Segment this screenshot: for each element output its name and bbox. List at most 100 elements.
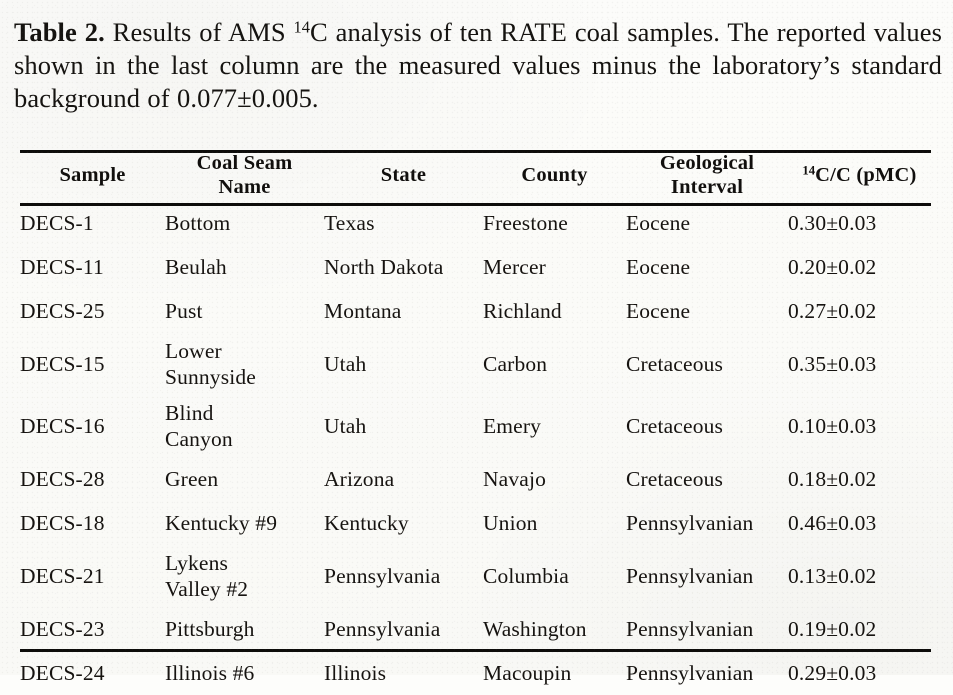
cell-state-text: Pennsylvania	[324, 617, 441, 641]
cell-sample-text: DECS-16	[20, 414, 105, 438]
column-header-state: State	[324, 148, 483, 201]
cell-geological-interval: Pennsylvanian	[626, 501, 788, 545]
cell-coal-seam-name: Lower Sunnyside	[165, 333, 324, 395]
cell-sample-text: DECS-21	[20, 564, 105, 588]
cell-seam-line1: Kentucky #9	[165, 511, 278, 535]
table-row: DECS-11 Beulah North Dakota Mercer Eocene 0.2…	[20, 245, 931, 289]
column-header-sample-line1: Sample	[59, 163, 126, 186]
table-row: DECS-16 Blind Canyon Utah Emery Cretaceous 0.1…	[20, 395, 931, 457]
cell-seam-lines: Lower Sunnyside	[165, 338, 324, 390]
cell-seam-lines: Bottom	[165, 210, 324, 236]
cell-state: North Dakota	[324, 245, 483, 289]
table-row: DECS-1 Bottom Texas Freestone Eocene 0.30±0.0…	[20, 201, 931, 245]
cell-c14-ratio-pmc: 0.13±0.02	[788, 545, 931, 607]
cell-geological-interval: Cretaceous	[626, 333, 788, 395]
cell-state-text: Arizona	[324, 467, 395, 491]
cell-county: Carbon	[483, 333, 626, 395]
cell-state: Texas	[324, 201, 483, 245]
cell-coal-seam-name: Bottom	[165, 201, 324, 245]
cell-c14-ratio-pmc: 0.29±0.03	[788, 651, 931, 695]
cell-seam-lines: Illinois #6	[165, 660, 324, 686]
cell-sample: DECS-16	[20, 395, 165, 457]
cell-coal-seam-name: Pittsburgh	[165, 607, 324, 651]
column-header-geo-line2: Interval	[670, 175, 744, 198]
cell-county-text: Columbia	[483, 564, 570, 588]
caption-number: 2.	[84, 17, 105, 47]
cell-county: Freestone	[483, 201, 626, 245]
cell-state-text: Texas	[324, 211, 375, 235]
cell-seam-line1: Illinois #6	[165, 661, 255, 685]
caption-label: Table	[14, 17, 77, 47]
cell-seam-line2: Sunnyside	[165, 365, 256, 389]
cell-sample: DECS-1	[20, 201, 165, 245]
cell-county: Macoupin	[483, 651, 626, 695]
cell-geological-interval-text: Eocene	[626, 299, 691, 323]
cell-sample-text: DECS-28	[20, 467, 105, 491]
cell-geological-interval-text: Cretaceous	[626, 467, 724, 491]
cell-coal-seam-name: Lykens Valley #2	[165, 545, 324, 607]
cell-state: Utah	[324, 395, 483, 457]
column-header-c14-ratio-pmc: 14C/C (pMC)	[788, 148, 931, 201]
cell-geological-interval: Eocene	[626, 245, 788, 289]
cell-c14-ratio-pmc-text: 0.30±0.03	[788, 211, 877, 235]
cell-county: Emery	[483, 395, 626, 457]
cell-c14-ratio-pmc: 0.35±0.03	[788, 333, 931, 395]
cell-coal-seam-name: Green	[165, 457, 324, 501]
cell-state: Arizona	[324, 457, 483, 501]
column-header-county: County	[483, 148, 626, 201]
cell-county: Columbia	[483, 545, 626, 607]
caption-text-part1: Results of AMS	[104, 17, 294, 47]
table-row: DECS-18 Kentucky #9 Kentucky Union Pennsylva…	[20, 501, 931, 545]
table-row: DECS-28 Green Arizona Navajo Cretaceous 0.18±…	[20, 457, 931, 501]
column-header-geological-interval: Geological Interval	[626, 148, 788, 201]
cell-c14-ratio-pmc-text: 0.19±0.02	[788, 617, 877, 641]
cell-geological-interval: Cretaceous	[626, 395, 788, 457]
cell-seam-line1: Blind	[165, 401, 214, 425]
column-header-county-line1: County	[521, 163, 588, 186]
table-head: Sample Coal Seam Name State County Geolo…	[20, 148, 931, 201]
cell-geological-interval-text: Eocene	[626, 211, 691, 235]
cell-geological-interval: Eocene	[626, 289, 788, 333]
cell-state: Montana	[324, 289, 483, 333]
cell-county-text: Navajo	[483, 467, 546, 491]
cell-coal-seam-name: Illinois #6	[165, 651, 324, 695]
cell-c14-ratio-pmc: 0.10±0.03	[788, 395, 931, 457]
cell-seam-lines: Kentucky #9	[165, 510, 324, 536]
cell-seam-line1: Pust	[165, 299, 203, 323]
cell-state-text: Kentucky	[324, 511, 409, 535]
cell-geological-interval-text: Pennsylvanian	[626, 511, 754, 535]
cell-geological-interval-text: Pennsylvanian	[626, 661, 754, 685]
cell-sample: DECS-25	[20, 289, 165, 333]
cell-coal-seam-name: Blind Canyon	[165, 395, 324, 457]
cell-state-text: Utah	[324, 414, 367, 438]
cell-c14-ratio-pmc-text: 0.46±0.03	[788, 511, 877, 535]
cell-state-text: Montana	[324, 299, 402, 323]
column-header-seam-line1: Coal Seam	[196, 151, 293, 174]
cell-c14-ratio-pmc-text: 0.18±0.02	[788, 467, 877, 491]
cell-county-text: Freestone	[483, 211, 568, 235]
cell-state: Pennsylvania	[324, 545, 483, 607]
cell-sample-text: DECS-1	[20, 211, 94, 235]
cell-county: Washington	[483, 607, 626, 651]
results-table: Sample Coal Seam Name State County Geolo…	[20, 148, 931, 695]
cell-state: Kentucky	[324, 501, 483, 545]
cell-seam-line1: Green	[165, 467, 219, 491]
cell-seam-lines: Lykens Valley #2	[165, 550, 324, 602]
cell-c14-ratio-pmc: 0.19±0.02	[788, 607, 931, 651]
caption-superscript-14: 14	[293, 17, 310, 37]
cell-county: Richland	[483, 289, 626, 333]
column-header-geo-line1: Geological	[659, 151, 755, 174]
cell-c14-ratio-pmc: 0.30±0.03	[788, 201, 931, 245]
cell-county-text: Emery	[483, 414, 542, 438]
cell-state-text: Pennsylvania	[324, 564, 441, 588]
cell-coal-seam-name: Kentucky #9	[165, 501, 324, 545]
cell-geological-interval: Cretaceous	[626, 457, 788, 501]
cell-county-text: Carbon	[483, 352, 548, 376]
table-header-row: Sample Coal Seam Name State County Geolo…	[20, 148, 931, 201]
cell-seam-line1: Lower	[165, 339, 222, 363]
cell-sample: DECS-23	[20, 607, 165, 651]
cell-sample-text: DECS-24	[20, 661, 105, 685]
table-row: DECS-21 Lykens Valley #2 Pennsylvania Columb…	[20, 545, 931, 607]
cell-geological-interval-text: Pennsylvanian	[626, 617, 754, 641]
table-caption: Table 2. Results of AMS 14C analysis of …	[14, 16, 942, 115]
